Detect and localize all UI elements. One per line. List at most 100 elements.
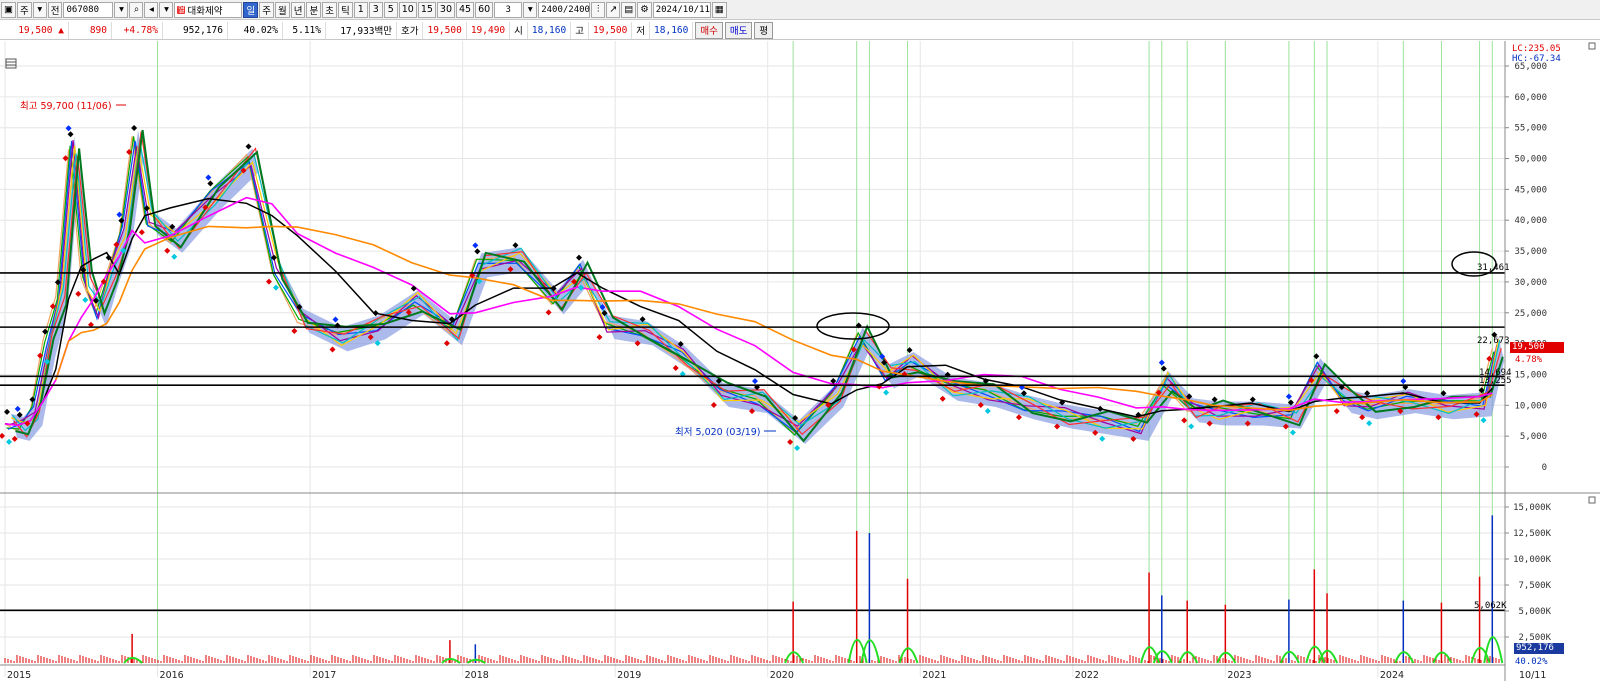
time-tick-label: 2019: [617, 670, 641, 681]
stock-code-input[interactable]: 067080: [63, 1, 114, 18]
price-tick-label: 35,000: [1514, 247, 1547, 257]
chart-background: [0, 41, 1600, 698]
quote-bar: 19,500 ▲ 890 +4.78% 952,176 40.02% 5.11%…: [0, 21, 1600, 40]
minute-preset-3[interactable]: 3: [368, 1, 383, 18]
hoga-label: 호가: [397, 21, 424, 39]
calendar-icon[interactable]: ▦: [711, 1, 727, 18]
last-volume-tag: 952,176: [1514, 643, 1564, 654]
avg-button[interactable]: 평: [754, 21, 774, 39]
draw-line-icon[interactable]: ↗: [606, 1, 621, 18]
price-tick-label: 30,000: [1514, 278, 1547, 288]
buy-button[interactable]: 매수: [695, 21, 723, 39]
level-label: 13,255: [1479, 376, 1512, 386]
price-tick-label: 10,000: [1514, 401, 1547, 411]
low-label: 저: [632, 21, 651, 39]
chart-menu-icon[interactable]: ▣: [1, 1, 16, 18]
time-tick-label: 2015: [7, 670, 31, 681]
chevron-down-icon[interactable]: ▾: [32, 1, 47, 18]
save-icon[interactable]: ▤: [621, 1, 637, 18]
interval-tab-month[interactable]: 월: [274, 1, 290, 18]
volume-tick-label: 2,500K: [1518, 633, 1551, 643]
level-label: 31,461: [1477, 263, 1510, 273]
volume-tick-label: 15,000K: [1513, 503, 1552, 513]
time-tick-label: 2020: [770, 670, 794, 681]
interval-tab-second[interactable]: 초: [322, 1, 337, 18]
volume-value: 952,176: [163, 21, 228, 39]
date-input[interactable]: 2024/10/11: [652, 1, 711, 18]
stock-name: 대화제약: [187, 5, 223, 17]
sell-button[interactable]: 매도: [724, 21, 753, 39]
interval-tab-week[interactable]: 주: [259, 1, 274, 18]
panel-toggle-icon: [1588, 42, 1596, 50]
time-tick-label: 2016: [160, 670, 184, 681]
minute-preset-10[interactable]: 10: [398, 1, 417, 18]
search-icon[interactable]: ⌕: [129, 1, 144, 18]
bid-price: 19,490: [467, 21, 511, 39]
volume-tick-label: 5,000K: [1518, 607, 1551, 617]
stock-name-box[interactable]: 열 대화제약: [174, 1, 243, 18]
time-tick-label: 2018: [465, 670, 489, 681]
interval-tab-tick[interactable]: 틱: [337, 1, 353, 18]
turnover-rate: 5.11%: [283, 21, 326, 39]
low-price: 18,160: [650, 21, 694, 39]
last-vol-pct: 40.02%: [1515, 657, 1548, 667]
price-tick-label: 40,000: [1514, 216, 1547, 226]
period-select[interactable]: 주: [16, 1, 32, 18]
chevron-down-icon[interactable]: ▾: [159, 1, 174, 18]
minute-preset-30[interactable]: 30: [436, 1, 456, 18]
panel-toggle-icon: [1588, 496, 1596, 504]
ask-price: 19,500: [423, 21, 467, 39]
hc-label: HC:-67.34: [1512, 54, 1561, 64]
price-tick-label: 50,000: [1514, 155, 1547, 165]
stock-badge: 열: [177, 5, 186, 14]
change-percent: +4.78%: [112, 21, 163, 39]
period-label: 주: [19, 5, 29, 17]
current-price: 19,500 ▲: [0, 21, 69, 39]
open-price: 18,160: [528, 21, 572, 39]
bar-count-input[interactable]: 2400/2400: [538, 1, 591, 18]
price-tick-label: 55,000: [1514, 124, 1547, 134]
chart-toolbar: ▣ 주 ▾ 전 067080 ▾ ⌕ ◂ ▾ 열 대화제약 일 주 월 년 분 …: [0, 0, 1600, 20]
high-label: 고: [571, 21, 589, 39]
volume-tick-label: 10,000K: [1513, 555, 1552, 565]
price-value: 19,500: [18, 24, 53, 36]
custom-interval-input[interactable]: 3: [494, 1, 523, 18]
minute-preset-15[interactable]: 15: [417, 1, 436, 18]
interval-tab-year[interactable]: 년: [290, 1, 306, 18]
indicator-icon[interactable]: ⫶: [591, 1, 606, 18]
minute-preset-45[interactable]: 45: [456, 1, 475, 18]
price-tick-label: 5,000: [1520, 432, 1547, 442]
interval-tab-day[interactable]: 일: [243, 1, 259, 18]
time-tick-label: 2017: [312, 670, 336, 681]
stock-chart[interactable]: 65,00060,00055,00050,00045,00040,00035,0…: [0, 41, 1600, 698]
volume-tick-label: 12,500K: [1513, 529, 1552, 539]
volume-level-label: 5,062K: [1474, 601, 1507, 611]
minute-preset-5[interactable]: 5: [383, 1, 398, 18]
price-tick-label: 45,000: [1514, 185, 1547, 195]
time-tick-label: 2022: [1075, 670, 1099, 681]
volume-ratio: 40.02%: [228, 21, 283, 39]
high-price: 19,500: [589, 21, 633, 39]
last-change-pct: 4.78%: [1515, 355, 1543, 365]
price-tick-label: 0: [1542, 463, 1547, 473]
sound-icon[interactable]: ◂: [144, 1, 159, 18]
interval-tab-minute[interactable]: 분: [306, 1, 322, 18]
time-tick-label: 10/11: [1519, 670, 1546, 681]
time-tick-label: 2024: [1380, 670, 1404, 681]
open-label: 시: [510, 21, 528, 39]
price-tick-label: 25,000: [1514, 309, 1547, 319]
volume-tick-label: 7,500K: [1518, 581, 1551, 591]
gear-icon[interactable]: ⚙: [637, 1, 652, 18]
minute-preset-1[interactable]: 1: [353, 1, 368, 18]
up-arrow-icon: ▲: [58, 24, 64, 36]
chevron-down-icon[interactable]: ▾: [523, 1, 538, 18]
last-price-tag: 19,500: [1510, 342, 1564, 353]
lc-label: LC:235.05: [1512, 44, 1561, 54]
price-tick-label: 15,000: [1514, 370, 1547, 380]
prev-button[interactable]: 전: [47, 1, 63, 18]
level-label: 22,673: [1477, 336, 1510, 346]
minute-preset-60[interactable]: 60: [475, 1, 494, 18]
code-dropdown-icon[interactable]: ▾: [114, 1, 129, 18]
price-change: 890: [69, 21, 112, 39]
trade-value: 17,933백만: [326, 21, 397, 39]
